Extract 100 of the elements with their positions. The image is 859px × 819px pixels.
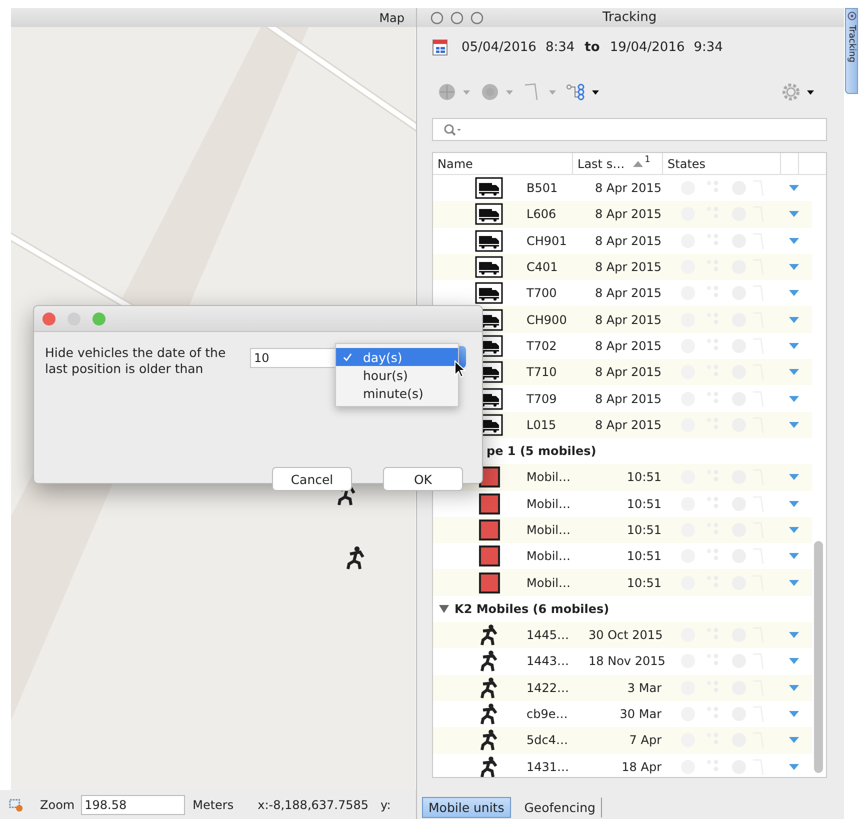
sort-ascending-icon bbox=[632, 160, 643, 166]
dropdown-arrow-icon[interactable] bbox=[788, 711, 799, 718]
scrollbar[interactable] bbox=[814, 541, 824, 773]
column-header[interactable]: States bbox=[662, 153, 781, 174]
list-row[interactable]: Mobil… 10:51 bbox=[432, 516, 812, 544]
dropdown-arrow-icon[interactable] bbox=[788, 290, 799, 296]
dropdown-arrow-icon[interactable] bbox=[788, 422, 799, 428]
list-row[interactable]: cb9e… 30 Mar bbox=[432, 700, 812, 728]
close-icon[interactable] bbox=[42, 312, 56, 326]
dropdown-arrow-icon[interactable] bbox=[788, 500, 799, 507]
tree-icon[interactable] bbox=[566, 82, 586, 102]
last-seen: 10:51 bbox=[626, 549, 662, 564]
dropdown-arrow-icon[interactable] bbox=[788, 369, 799, 376]
panel-tab[interactable]: Mobile units bbox=[422, 797, 512, 818]
crosshair-icon[interactable] bbox=[436, 82, 457, 102]
start-time[interactable]: 8:34 bbox=[545, 40, 575, 54]
runner-icon[interactable] bbox=[345, 546, 365, 570]
mobile-name: 5dc4… bbox=[526, 733, 569, 748]
menu-option[interactable]: day(s) bbox=[336, 348, 458, 366]
zoom-icon[interactable] bbox=[92, 312, 106, 326]
last-seen: 8 Apr 2015 bbox=[594, 234, 662, 248]
dropdown-arrow-icon[interactable] bbox=[788, 553, 799, 560]
mobile-name: 1443… bbox=[526, 654, 570, 668]
dropdown-arrow-icon[interactable] bbox=[788, 580, 799, 586]
mobile-name: B501 bbox=[526, 181, 559, 196]
search-field[interactable] bbox=[432, 118, 828, 141]
disclosure-triangle-icon[interactable] bbox=[438, 604, 449, 613]
dropdown-arrow-icon[interactable] bbox=[788, 684, 799, 691]
list-row[interactable]: T700 8 Apr 2015 bbox=[432, 280, 812, 306]
last-seen: 8 Apr 2015 bbox=[594, 392, 662, 406]
mobile-name: T710 bbox=[526, 365, 558, 380]
check-icon bbox=[343, 352, 352, 362]
side-tab[interactable]: Tracking bbox=[845, 8, 858, 94]
window-control-icon[interactable] bbox=[430, 10, 444, 24]
dropdown-arrow-icon[interactable] bbox=[788, 185, 799, 192]
caret-icon[interactable] bbox=[807, 90, 814, 94]
group-label[interactable]: pe 1 (5 mobiles) bbox=[486, 444, 596, 458]
dropdown-arrow-icon[interactable] bbox=[788, 527, 799, 533]
y-coordinate: y: bbox=[380, 798, 391, 812]
end-time[interactable]: 9:34 bbox=[694, 40, 723, 54]
age-field[interactable]: 10 bbox=[250, 348, 336, 368]
list-row[interactable]: L606 8 Apr 2015 bbox=[432, 201, 812, 228]
last-seen: 8 Apr 2015 bbox=[594, 338, 662, 353]
dialog-button[interactable]: OK bbox=[383, 467, 463, 491]
column-header[interactable]: Name bbox=[432, 153, 573, 174]
caret-icon[interactable] bbox=[592, 90, 599, 94]
dropdown-arrow-icon[interactable] bbox=[788, 238, 799, 244]
list-row[interactable]: Mobil… 10:51 bbox=[432, 543, 812, 570]
last-seen: 8 Apr 2015 bbox=[594, 312, 662, 327]
circle-icon[interactable] bbox=[480, 82, 500, 102]
last-seen: 8 Apr 2015 bbox=[594, 260, 662, 274]
dropdown-arrow-icon[interactable] bbox=[788, 396, 799, 402]
eye-icon bbox=[846, 11, 857, 21]
last-seen: 8 Apr 2015 bbox=[594, 181, 662, 196]
list-row[interactable]: 5dc4… 7 Apr bbox=[432, 727, 812, 754]
dropdown-arrow-icon[interactable] bbox=[788, 342, 799, 349]
dropdown-arrow-icon[interactable] bbox=[788, 737, 799, 744]
layer-icon[interactable] bbox=[9, 797, 24, 812]
mobile-name: Mobil… bbox=[526, 549, 572, 564]
last-seen: 3 Mar bbox=[626, 680, 662, 695]
dropdown-arrow-icon[interactable] bbox=[788, 632, 799, 638]
window-control-icon[interactable] bbox=[450, 10, 464, 24]
list-row[interactable]: 1431… 18 Apr bbox=[432, 754, 812, 777]
dropdown-arrow-icon[interactable] bbox=[788, 658, 799, 664]
list-row[interactable]: 1445… 30 Oct 2015 bbox=[432, 622, 812, 648]
mobile-name: 1422… bbox=[526, 680, 570, 695]
last-seen: 30 Mar bbox=[618, 707, 662, 722]
range-separator: to bbox=[584, 40, 600, 54]
start-date[interactable]: 05/04/2016 bbox=[462, 40, 536, 54]
dropdown-arrow-icon[interactable] bbox=[788, 764, 799, 770]
dropdown-arrow-icon[interactable] bbox=[788, 316, 799, 323]
zoom-label: Zoom bbox=[40, 798, 75, 812]
truck-icon bbox=[474, 230, 503, 252]
list-row[interactable]: 1443… 18 Nov 2015 bbox=[432, 648, 812, 675]
list-row[interactable]: Mobil… 10:51 bbox=[432, 569, 812, 596]
last-seen: 10:51 bbox=[626, 470, 662, 484]
truck-icon bbox=[474, 256, 503, 278]
list-row[interactable]: 1422… 3 Mar bbox=[432, 674, 812, 701]
dropdown-arrow-icon[interactable] bbox=[788, 211, 799, 218]
dialog-button[interactable]: Cancel bbox=[272, 467, 352, 491]
last-seen: 18 Apr bbox=[620, 760, 662, 774]
window-control-icon[interactable] bbox=[470, 10, 484, 24]
last-seen: 8 Apr 2015 bbox=[594, 418, 662, 432]
menu-option[interactable]: minute(s) bbox=[336, 384, 458, 402]
calendar-icon[interactable] bbox=[432, 38, 448, 56]
dropdown-arrow-icon[interactable] bbox=[788, 264, 799, 270]
list-row[interactable]: C401 8 Apr 2015 bbox=[432, 254, 812, 280]
list-row[interactable]: Mobil… 10:51 bbox=[432, 490, 812, 517]
map-title: Map bbox=[379, 10, 405, 24]
end-date[interactable]: 19/04/2016 bbox=[610, 40, 685, 54]
group-label[interactable]: K2 Mobiles (6 mobiles) bbox=[454, 602, 610, 616]
mobile-name: 1445… bbox=[526, 628, 570, 642]
dropdown-arrow-icon[interactable] bbox=[788, 474, 799, 480]
panel-tab[interactable]: Geofencing bbox=[517, 797, 602, 818]
last-seen: 30 Oct 2015 bbox=[588, 628, 662, 642]
settings-icon[interactable] bbox=[781, 82, 802, 102]
list-row[interactable]: CH901 8 Apr 2015 bbox=[432, 228, 812, 254]
dialog-message: Hide vehicles the date of the last position is older than bbox=[45, 345, 227, 377]
list-row[interactable]: B501 8 Apr 2015 bbox=[432, 175, 812, 202]
zoom-field[interactable]: 198.58 bbox=[80, 794, 185, 814]
